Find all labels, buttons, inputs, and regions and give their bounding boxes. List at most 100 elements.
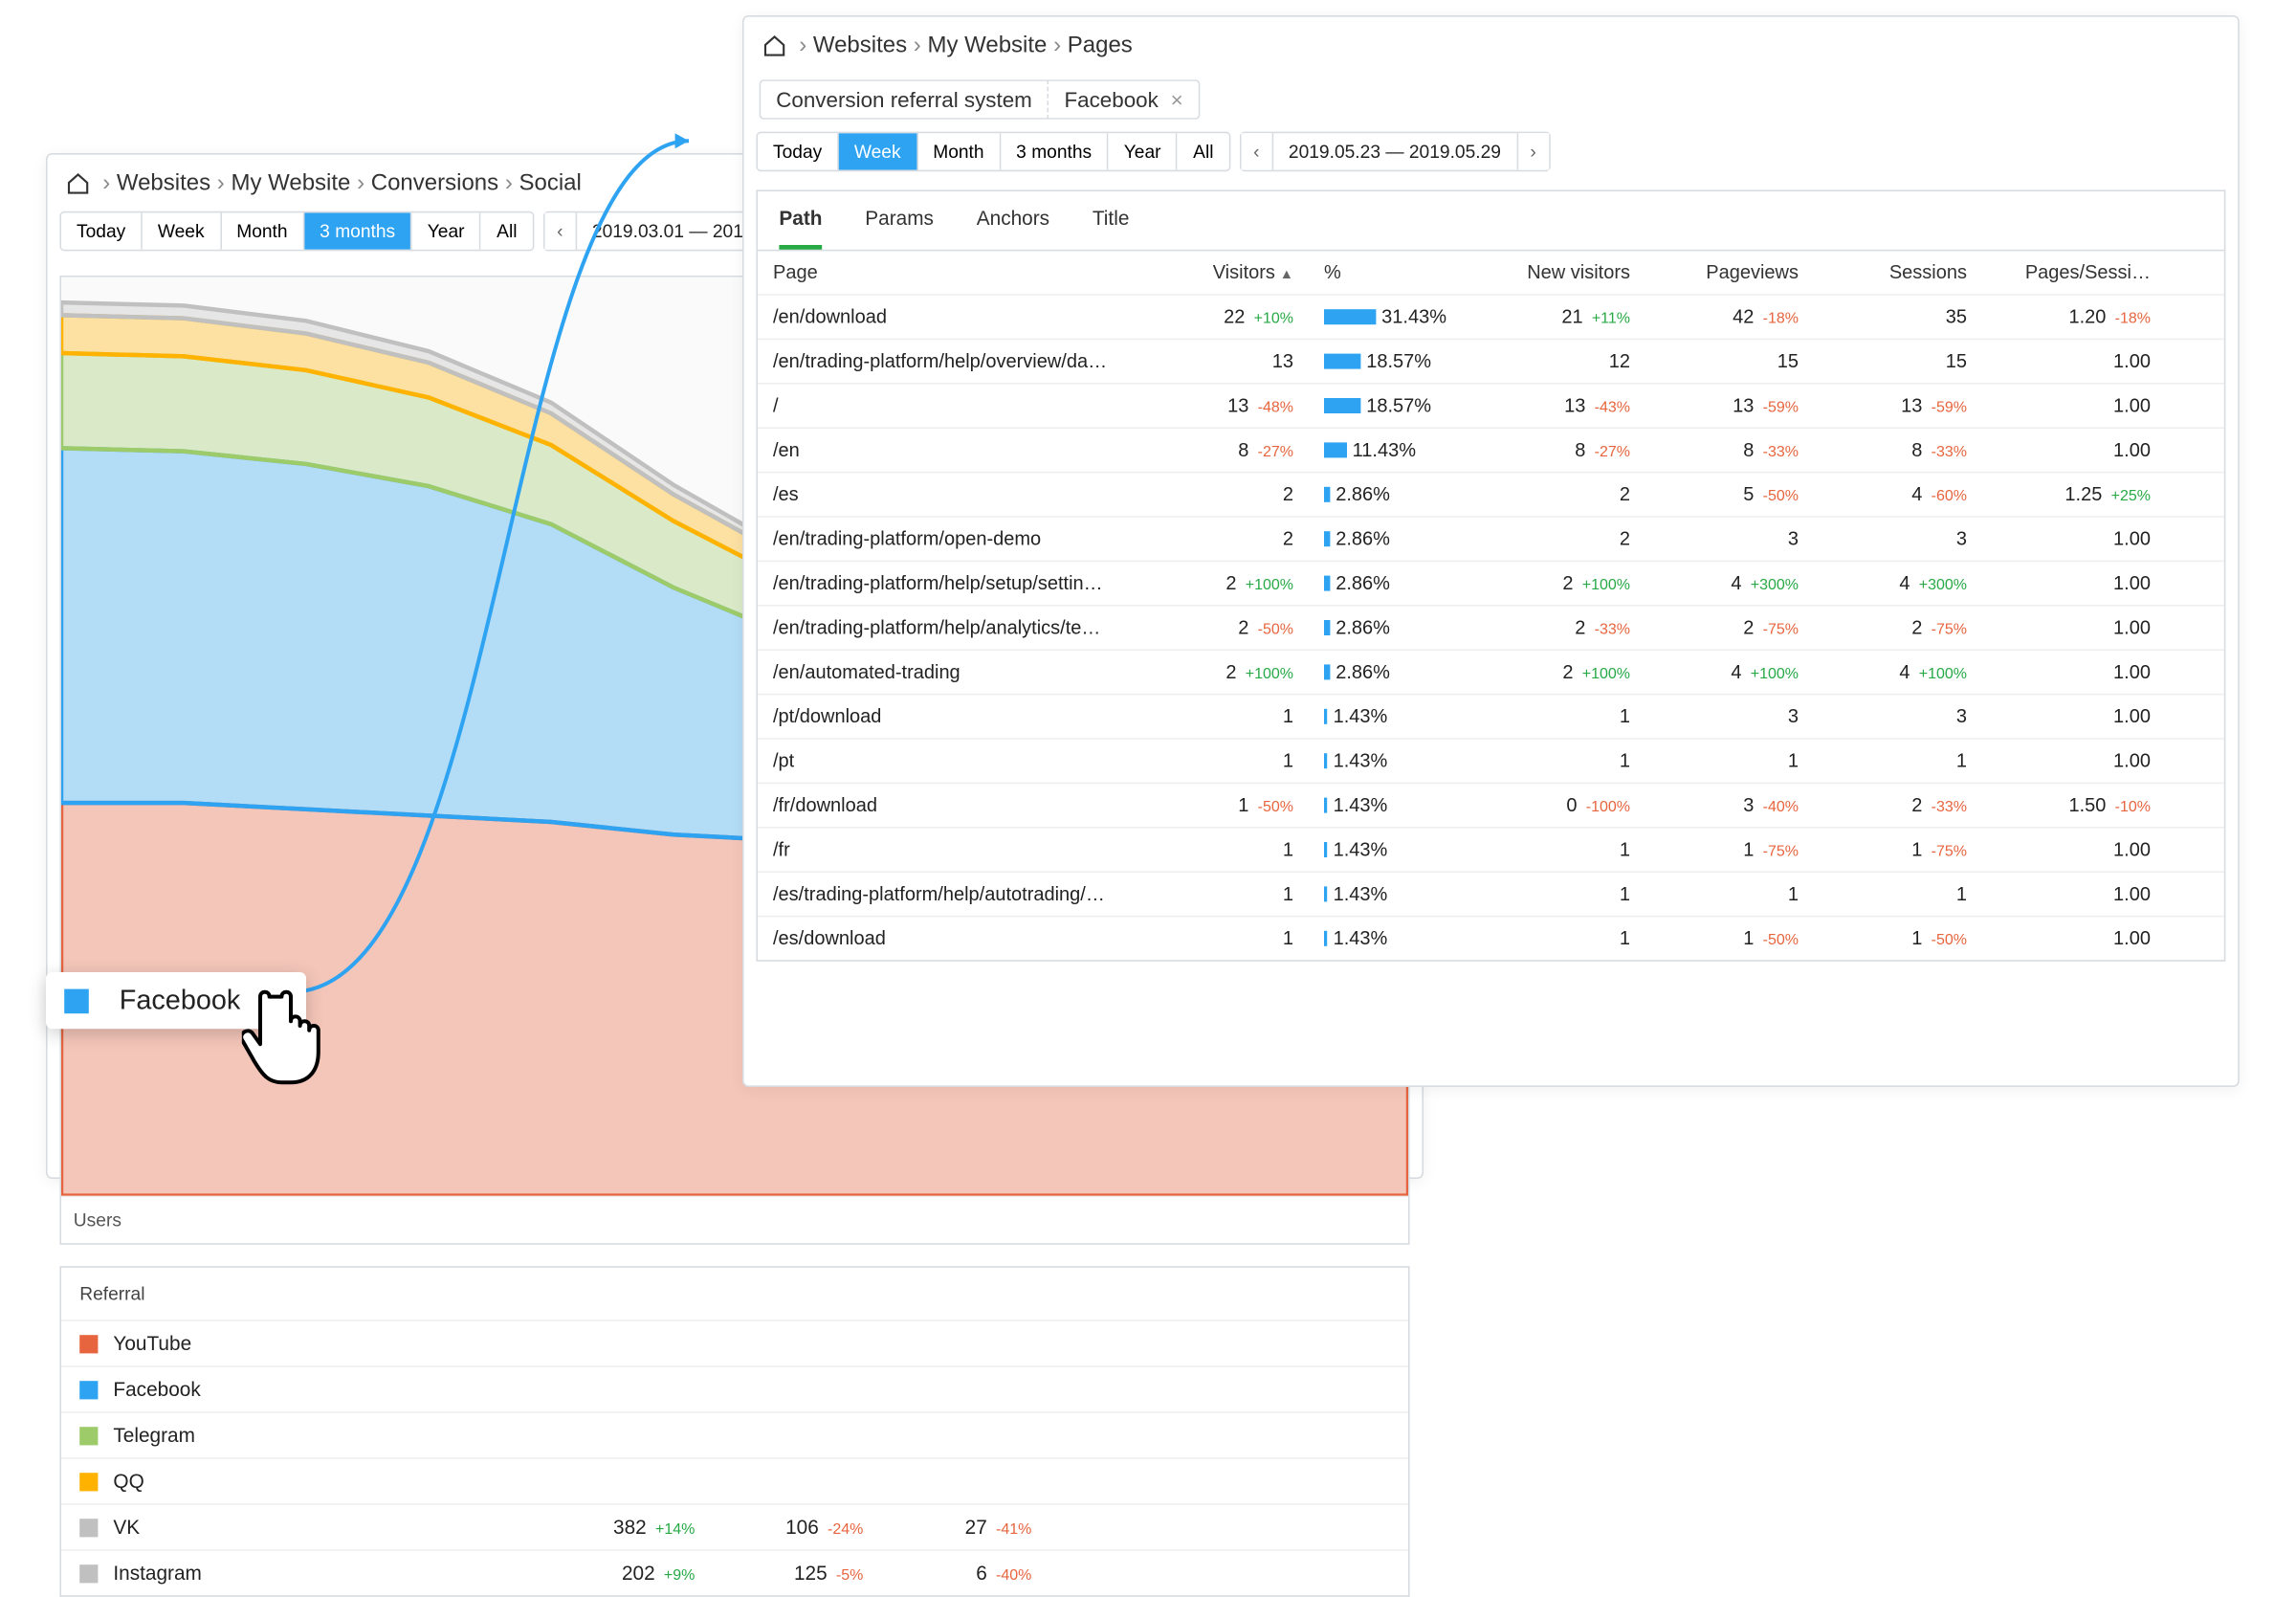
tab-params[interactable]: Params xyxy=(865,207,934,250)
cell-percent: 2.86% xyxy=(1309,607,1462,650)
range-button-all[interactable]: All xyxy=(1178,133,1228,169)
column-header[interactable]: Visitors▲ xyxy=(1156,251,1309,294)
column-header[interactable]: Page xyxy=(758,251,1156,294)
facebook-highlight[interactable]: Facebook xyxy=(46,972,306,1029)
column-header[interactable]: Sessions xyxy=(1814,251,1982,294)
chevron-right-icon: › xyxy=(102,170,110,196)
cell-pages-per-session: 1.00 xyxy=(1982,917,2166,960)
column-header[interactable]: Pageviews xyxy=(1645,251,1814,294)
percent-text: 1.43% xyxy=(1334,839,1388,860)
delta-badge: +100% xyxy=(1578,577,1630,594)
date-range-picker[interactable]: ‹ 2019.05.23 — 2019.05.29 › xyxy=(1240,132,1550,172)
home-icon[interactable] xyxy=(66,170,91,195)
range-button-week[interactable]: Week xyxy=(143,212,221,249)
delta-badge: +10% xyxy=(1249,311,1293,328)
cell-visitors: 2 +100% xyxy=(1156,651,1309,694)
cell-sessions: 1 -50% xyxy=(1814,917,1982,960)
table-row[interactable]: /en/trading-platform/open-demo22.86%2331… xyxy=(758,516,2224,560)
breadcrumb-item[interactable]: My Website xyxy=(921,33,1053,58)
table-row[interactable]: /es22.86%25 -50%4 -60%1.25 +25% xyxy=(758,472,2224,516)
cell-sessions: 1 -75% xyxy=(1814,829,1982,872)
legend-row[interactable]: Instagram202 +9%125 -5%6 -40% xyxy=(61,1549,1408,1595)
date-prev-button[interactable]: ‹ xyxy=(544,212,577,249)
cell-visitors: 1 xyxy=(1156,695,1309,738)
column-header[interactable]: Pages/Sessi… xyxy=(1982,251,2166,294)
table-row[interactable]: /13 -48%18.57%13 -43%13 -59%13 -59%1.00 xyxy=(758,383,2224,427)
table-row[interactable]: /es/download11.43%11 -50%1 -50%1.00 xyxy=(758,916,2224,960)
range-button-week[interactable]: Week xyxy=(839,133,917,169)
legend-row[interactable]: Facebook xyxy=(61,1365,1408,1411)
tab-title[interactable]: Title xyxy=(1093,207,1130,250)
breadcrumb-item[interactable]: My Website xyxy=(225,170,357,196)
column-header[interactable]: % xyxy=(1309,251,1462,294)
delta-badge: -27% xyxy=(1590,444,1630,461)
table-row[interactable]: /pt11.43%1111.00 xyxy=(758,738,2224,782)
cell-pageviews: 5 -50% xyxy=(1645,473,1814,516)
cell-pageviews: 3 xyxy=(1645,695,1814,738)
filter-chip-label: Conversion referral system xyxy=(760,79,1049,120)
table-row[interactable]: /es/trading-platform/help/autotrading/…1… xyxy=(758,871,2224,915)
percent-text: 31.43% xyxy=(1381,306,1446,327)
range-button-3-months[interactable]: 3 months xyxy=(304,212,412,249)
table-row[interactable]: /fr11.43%11 -75%1 -75%1.00 xyxy=(758,827,2224,871)
tab-anchors[interactable]: Anchors xyxy=(977,207,1049,250)
filter-chip-value[interactable]: Facebook × xyxy=(1049,79,1200,120)
legend-row[interactable]: YouTube xyxy=(61,1320,1408,1365)
range-button-month[interactable]: Month xyxy=(917,133,1001,169)
chevron-right-icon: › xyxy=(799,33,806,58)
range-button-today[interactable]: Today xyxy=(61,212,143,249)
breadcrumb: › Websites › My Website › Pages xyxy=(744,17,2239,74)
table-row[interactable]: /en/trading-platform/help/setup/settin…2… xyxy=(758,561,2224,605)
cell-sessions: 4 +100% xyxy=(1814,651,1982,694)
legend-name: YouTube xyxy=(113,1332,526,1355)
range-button-month[interactable]: Month xyxy=(221,212,304,249)
breadcrumb-item[interactable]: Websites xyxy=(806,33,914,58)
table-row[interactable]: /fr/download1 -50%1.43%0 -100%3 -40%2 -3… xyxy=(758,783,2224,827)
breadcrumb-item[interactable]: Pages xyxy=(1061,33,1133,58)
cell-percent: 2.86% xyxy=(1309,651,1462,694)
percent-text: 2.86% xyxy=(1336,528,1390,549)
date-prev-button[interactable]: ‹ xyxy=(1241,133,1273,169)
range-button-today[interactable]: Today xyxy=(758,133,839,169)
home-icon[interactable] xyxy=(762,33,787,57)
table-row[interactable]: /en/trading-platform/help/analytics/te…2… xyxy=(758,605,2224,649)
range-button-3-months[interactable]: 3 months xyxy=(1001,133,1109,169)
range-button-year[interactable]: Year xyxy=(412,212,481,249)
cell-pages-per-session: 1.00 xyxy=(1982,740,2166,783)
table-row[interactable]: /en/trading-platform/help/overview/da…13… xyxy=(758,339,2224,383)
breadcrumb-item[interactable]: Social xyxy=(513,170,582,196)
table-row[interactable]: /pt/download11.43%1331.00 xyxy=(758,694,2224,738)
delta-badge: -18% xyxy=(1758,311,1799,328)
range-button-all[interactable]: All xyxy=(481,212,532,249)
breadcrumb-item[interactable]: Websites xyxy=(110,170,217,196)
delta-badge: -100% xyxy=(1581,799,1630,816)
percent-text: 18.57% xyxy=(1366,350,1431,371)
cell-pageviews: 2 -75% xyxy=(1645,607,1814,650)
legend-row[interactable]: Telegram xyxy=(61,1411,1408,1457)
cell-visitors: 1 xyxy=(1156,829,1309,872)
cell-pageviews: 1 -75% xyxy=(1645,829,1814,872)
legend-row[interactable]: QQ xyxy=(61,1457,1408,1503)
delta-badge: -59% xyxy=(1758,400,1799,417)
column-header[interactable]: New visitors xyxy=(1462,251,1645,294)
percent-bar xyxy=(1324,842,1327,857)
cell-new-visitors: 1 xyxy=(1462,740,1645,783)
legend-value: 382 +14% xyxy=(526,1516,695,1539)
cell-percent: 1.43% xyxy=(1309,740,1462,783)
legend-row[interactable]: VK382 +14%106 -24%27 -41% xyxy=(61,1503,1408,1549)
cell-page: /en/download xyxy=(758,296,1156,339)
legend-value: 6 -40% xyxy=(863,1562,1031,1585)
cell-percent: 1.43% xyxy=(1309,829,1462,872)
table-row[interactable]: /en/download22 +10%31.43%21 +11%42 -18%3… xyxy=(758,294,2224,338)
breadcrumb-item[interactable]: Conversions xyxy=(364,170,505,196)
tab-path[interactable]: Path xyxy=(779,207,822,250)
table-row[interactable]: /en/automated-trading2 +100%2.86%2 +100%… xyxy=(758,649,2224,693)
date-next-button[interactable]: › xyxy=(1516,133,1549,169)
range-button-year[interactable]: Year xyxy=(1109,133,1178,169)
table-row[interactable]: /en8 -27%11.43%8 -27%8 -33%8 -33%1.00 xyxy=(758,427,2224,471)
close-icon[interactable]: × xyxy=(1171,87,1183,112)
cell-page: / xyxy=(758,385,1156,428)
cell-page: /es/download xyxy=(758,917,1156,960)
cell-pages-per-session: 1.00 xyxy=(1982,873,2166,916)
legend-swatch xyxy=(79,1564,98,1582)
